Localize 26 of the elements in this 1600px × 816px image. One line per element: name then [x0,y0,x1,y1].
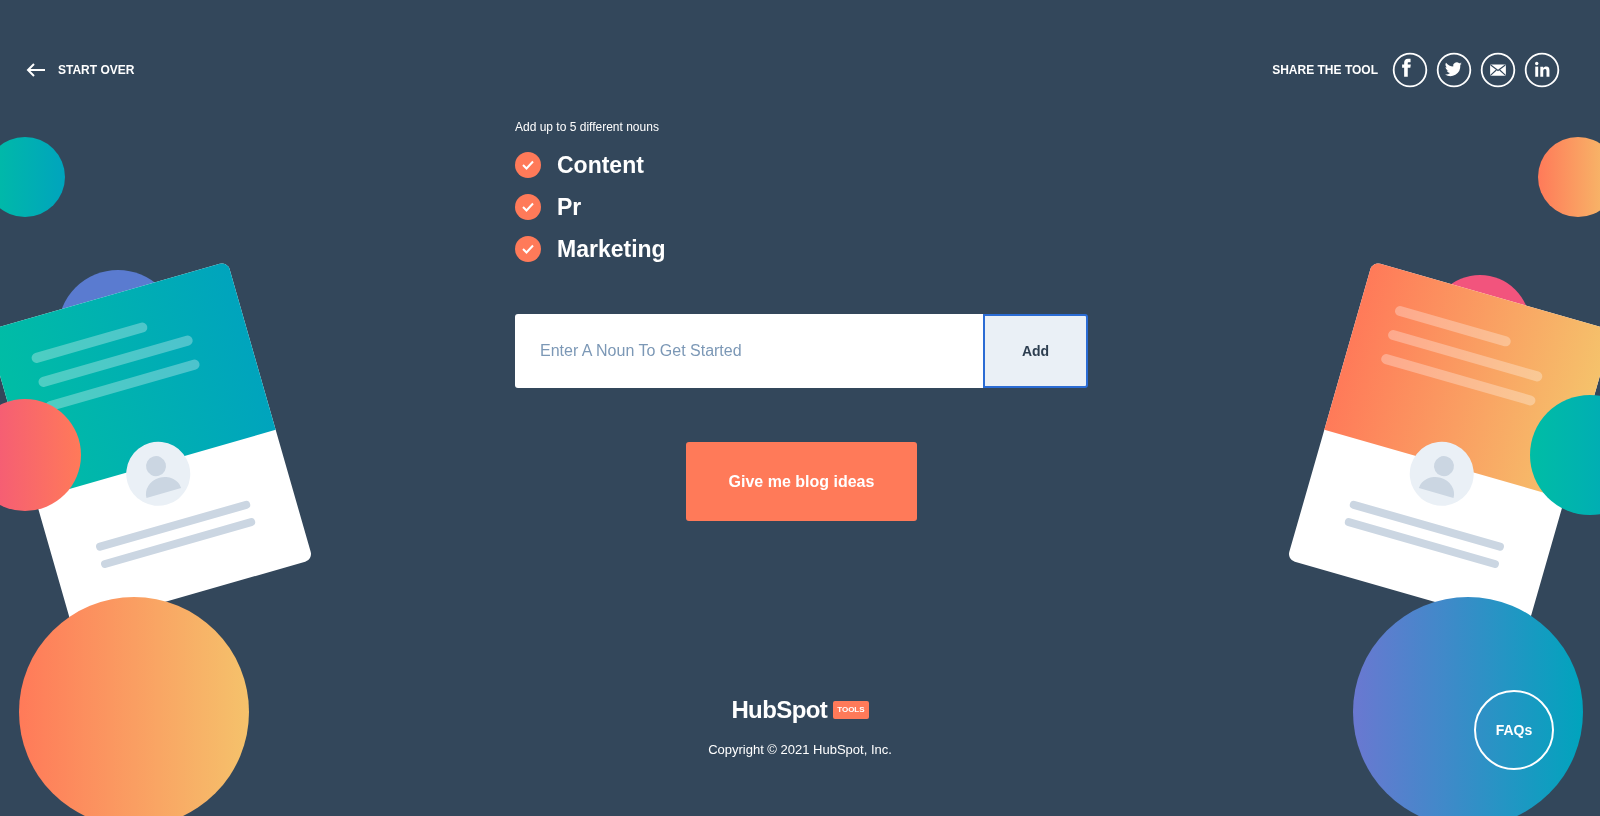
tools-badge: TOOLS [833,701,869,719]
checkmark-icon [522,160,534,170]
share-linkedin-button[interactable] [1524,52,1560,88]
twitter-bird-icon [1436,52,1472,88]
share-twitter-button[interactable] [1436,52,1472,88]
noun-label: Marketing [557,234,666,264]
noun-input-field[interactable]: Enter A Noun To Get Started [515,314,983,388]
back-arrow-icon [26,63,46,77]
noun-label: Content [557,150,644,180]
linkedin-icon [1524,52,1560,88]
add-button[interactable]: Add [983,314,1088,388]
share-email-button[interactable] [1480,52,1516,88]
envelope-icon [1480,52,1516,88]
checkbox[interactable] [515,194,541,220]
share-facebook-button[interactable] [1392,52,1428,88]
checkbox[interactable] [515,152,541,178]
noun-label: Pr [557,192,582,222]
start-over-link[interactable]: START OVER [26,61,135,79]
checkmark-icon [522,202,534,212]
copyright-text: Copyright © 2021 HubSpot, Inc. [708,741,892,759]
checkbox[interactable] [515,236,541,262]
facebook-icon [1392,52,1428,88]
checkmark-icon [522,244,534,254]
hubspot-logo: HubSpot [731,698,828,722]
nouns-hint: Add up to 5 different nouns [515,119,660,136]
share-label: SHARE THE TOOL [1272,62,1378,79]
